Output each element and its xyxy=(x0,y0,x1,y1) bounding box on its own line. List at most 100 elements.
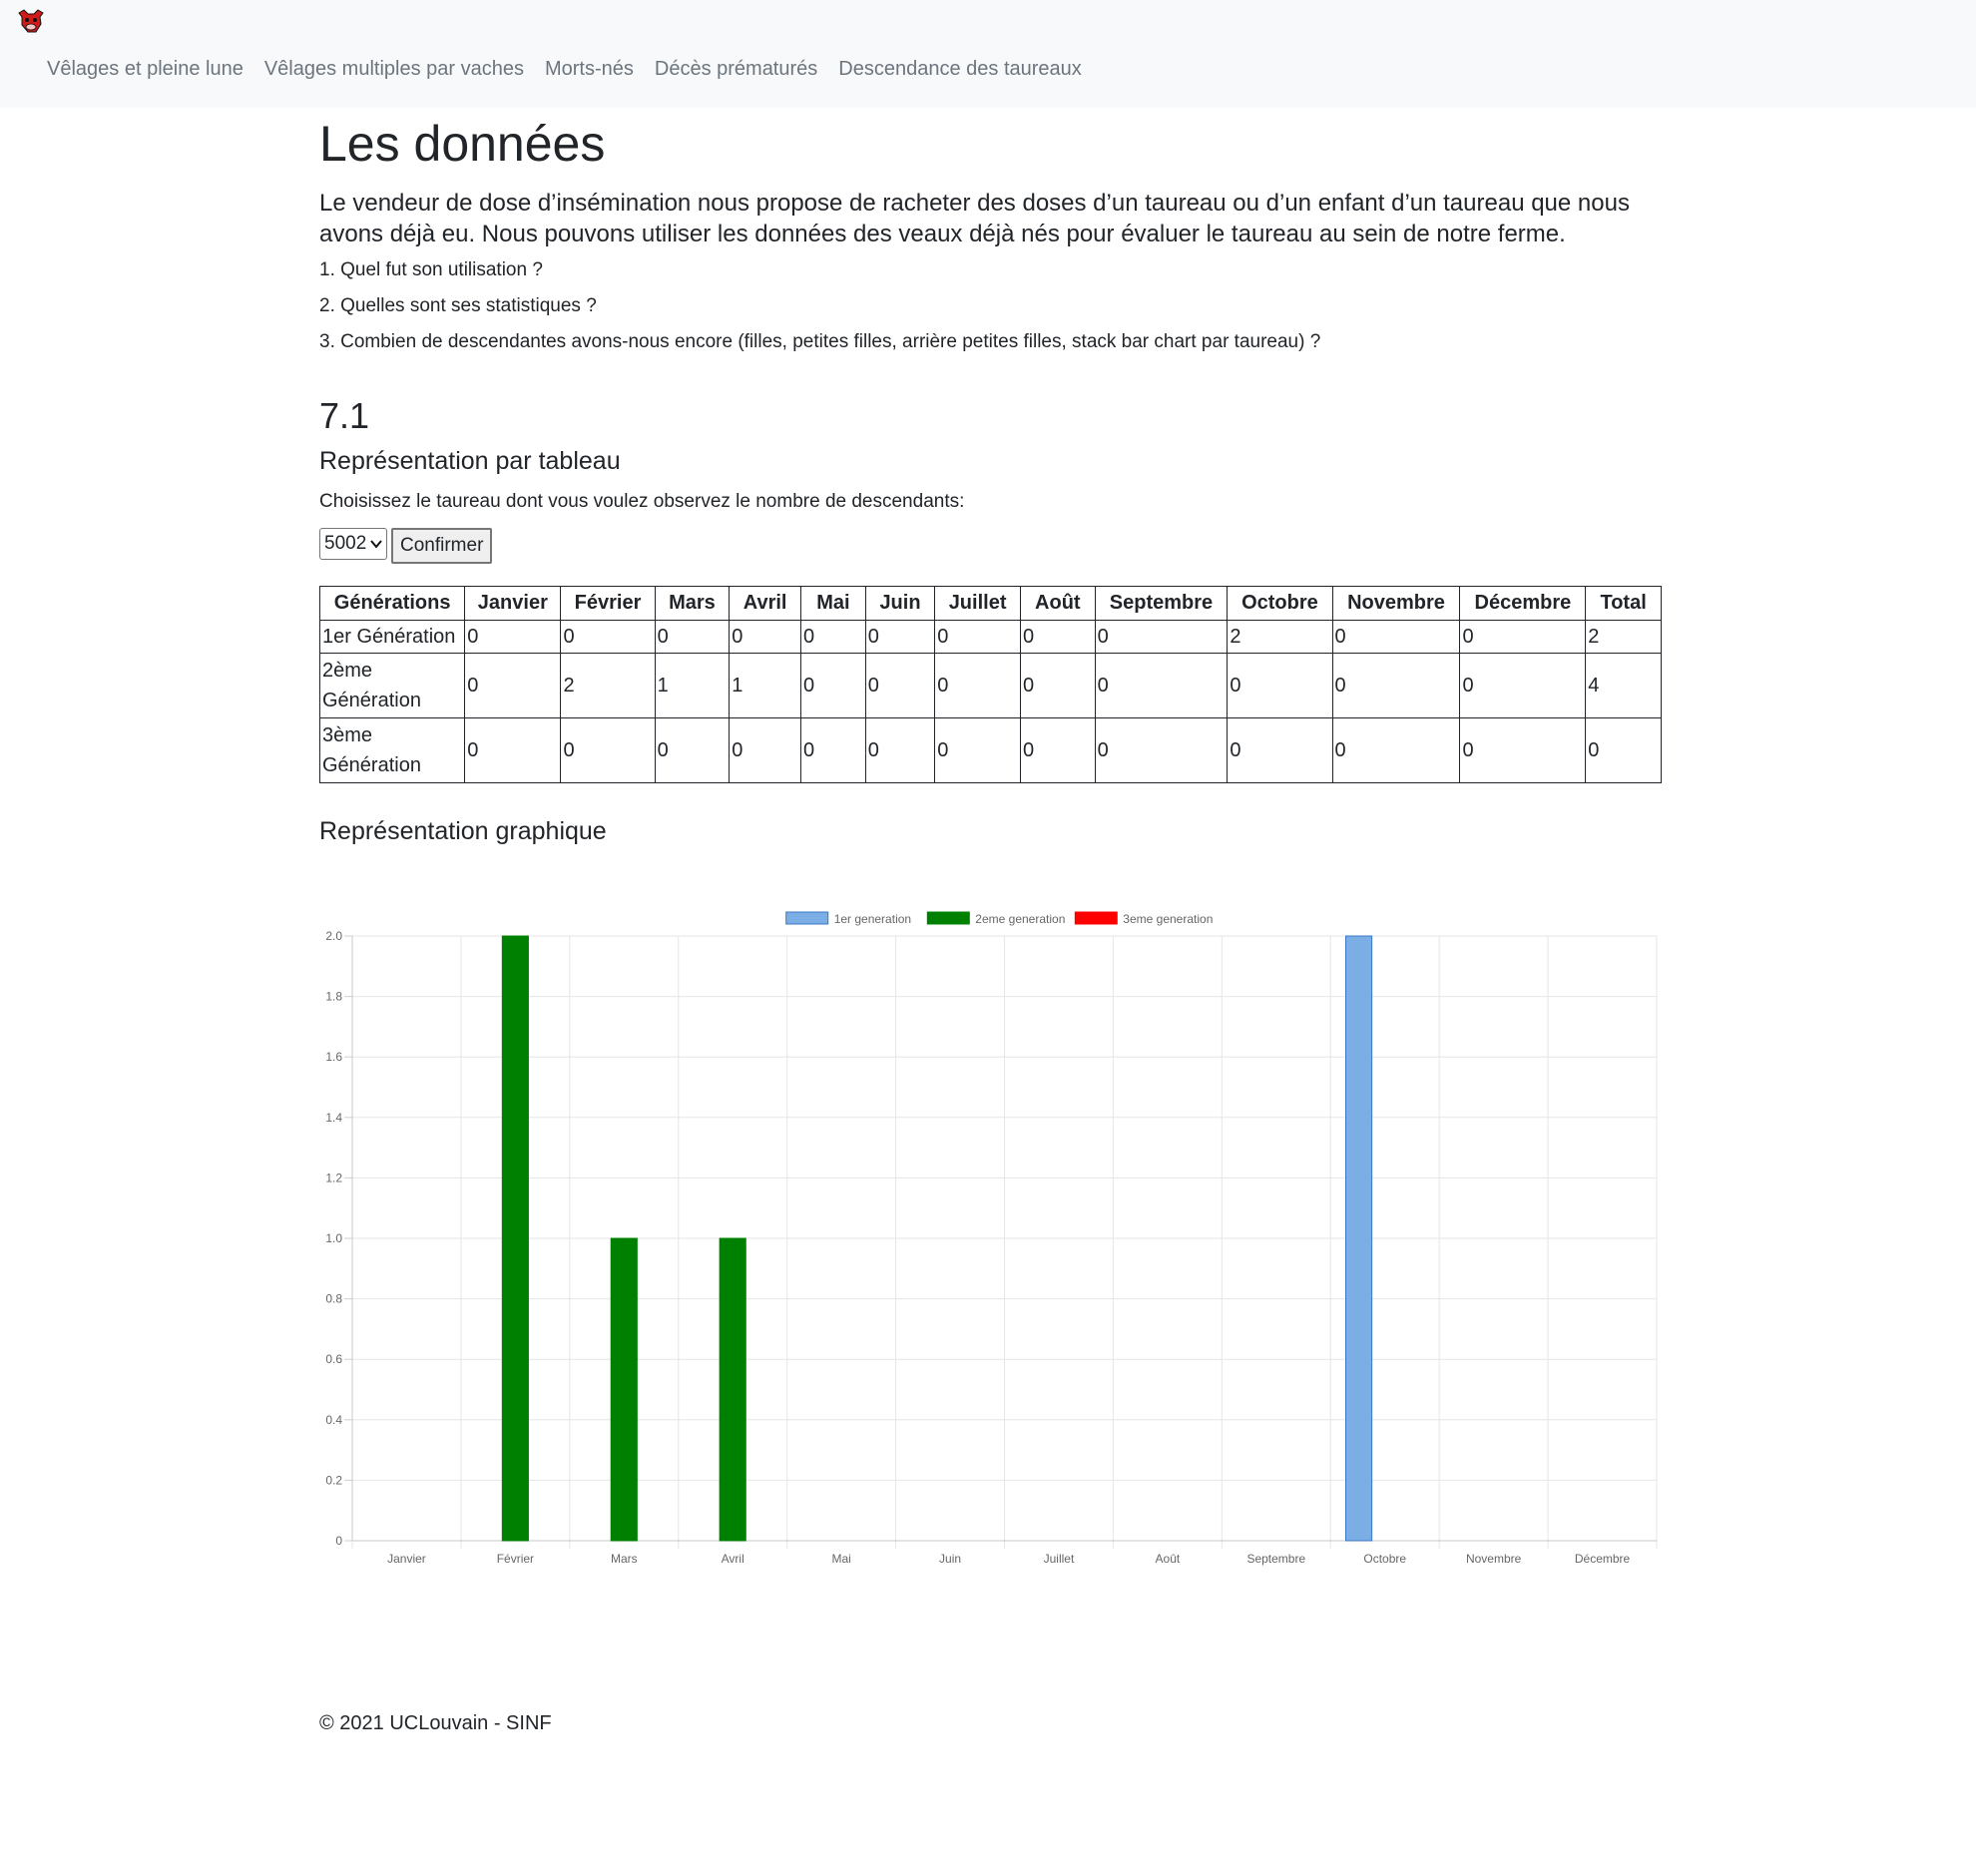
chevron-down-icon xyxy=(370,540,382,549)
table-cell: 1 xyxy=(654,653,731,719)
bull-controls: 5002 Confirmer xyxy=(319,528,1662,565)
confirm-button[interactable]: Confirmer xyxy=(391,528,493,565)
table-cell: 0 xyxy=(560,620,656,655)
x-tick-label: Juin xyxy=(939,1552,961,1566)
generation-label-cell: 1er Génération xyxy=(318,620,466,655)
table-cell: 0 xyxy=(934,620,1021,655)
table-header-cell: Septembre xyxy=(1094,586,1229,622)
table-cell: 0 xyxy=(464,653,562,719)
table-cell: 0 xyxy=(1094,620,1229,655)
legend-swatch xyxy=(785,911,829,925)
y-tick-label: 1.4 xyxy=(325,1111,342,1125)
bar-1er-generation xyxy=(1344,935,1373,1542)
x-tick-label: Février xyxy=(497,1552,534,1566)
question-2: 2. Quelles sont ses statistiques ? xyxy=(319,294,597,316)
nav-link-morts-nes[interactable]: Morts-nés xyxy=(545,58,634,81)
table-header-row: Générations Janvier Février Mars Avril Mai Jui… xyxy=(318,586,1662,622)
generation-label-cell: 2ème Génération xyxy=(318,653,466,719)
table-header-cell: Générations xyxy=(318,586,466,622)
y-tick-label: 0.8 xyxy=(325,1292,342,1306)
nav-link-velages-multiples[interactable]: Vêlages multiples par vaches xyxy=(264,58,524,81)
descendants-table: Générations Janvier Février Mars Avril Mai Jui… xyxy=(318,586,1662,784)
bar-2eme-generation xyxy=(610,1237,638,1542)
table-header-cell: Avril xyxy=(729,586,801,622)
main-content: Les données Le vendeur de dose d’insémin… xyxy=(318,108,1662,856)
legend-label: 1er generation xyxy=(834,912,911,926)
table-cell: 0 xyxy=(464,620,562,655)
nav-links: Vêlages et pleine lune Vêlages multiples… xyxy=(47,58,1103,81)
table-header-cell: Total xyxy=(1585,586,1662,622)
table-cell: 2 xyxy=(1227,620,1333,655)
cow-logo-icon[interactable] xyxy=(16,7,46,35)
table-header-cell: Janvier xyxy=(464,586,562,622)
table-cell: 0 xyxy=(1459,620,1587,655)
table-cell: 0 xyxy=(1459,717,1587,784)
table-header-cell: Novembre xyxy=(1331,586,1461,622)
y-tick-label: 1.2 xyxy=(325,1171,342,1184)
table-cell: 2 xyxy=(1585,620,1662,655)
table-header-cell: Juillet xyxy=(934,586,1021,622)
table-header-cell: Février xyxy=(560,586,656,622)
table-header-cell: Décembre xyxy=(1459,586,1587,622)
table-body: 1er Génération 0 0 0 0 0 0 0 0 0 2 0 0 2 2ème Générati… xyxy=(318,620,1662,784)
table-cell: 0 xyxy=(934,653,1021,719)
table-row: 2ème Génération 0 2 1 1 0 0 0 0 0 0 0 0 4 xyxy=(318,653,1662,719)
table-cell: 0 xyxy=(799,653,866,719)
table-cell: 0 xyxy=(729,620,801,655)
table-cell: 4 xyxy=(1585,653,1662,719)
generation-label-cell: 3ème Génération xyxy=(318,717,466,784)
table-header-cell: Août xyxy=(1019,586,1096,622)
table-header-cell: Octobre xyxy=(1227,586,1333,622)
table-cell: 0 xyxy=(799,717,866,784)
y-tick-label: 0 xyxy=(335,1534,342,1548)
question-1: 1. Quel fut son utilisation ? xyxy=(319,258,543,280)
table-cell: 0 xyxy=(654,717,731,784)
x-tick-label: Avril xyxy=(722,1552,744,1566)
y-tick-label: 2.0 xyxy=(325,929,342,943)
table-cell: 0 xyxy=(654,620,731,655)
y-tick-label: 0.4 xyxy=(325,1413,342,1427)
table-cell: 0 xyxy=(464,717,562,784)
footer-text: © 2021 UCLouvain - SINF xyxy=(319,1712,552,1734)
x-tick-label: Novembre xyxy=(1466,1552,1522,1566)
bull-select[interactable]: 5002 xyxy=(319,528,387,561)
y-tick-label: 0.6 xyxy=(325,1352,342,1366)
nav-link-deces-prematures[interactable]: Décès prématurés xyxy=(655,58,817,81)
x-tick-label: Décembre xyxy=(1575,1552,1631,1566)
lead-paragraph: Le vendeur de dose d’insémination nous p… xyxy=(319,189,1630,247)
table-cell: 0 xyxy=(1585,717,1662,784)
table-cell: 0 xyxy=(1094,653,1229,719)
x-tick-label: Août xyxy=(1156,1552,1181,1566)
bull-select-value: 5002 xyxy=(324,533,367,555)
graph-heading: Représentation graphique xyxy=(319,817,607,846)
choose-text: Choisissez le taureau dont vous voulez o… xyxy=(319,491,965,513)
table-cell: 0 xyxy=(864,717,936,784)
table-cell: 0 xyxy=(1227,717,1333,784)
page-title: Les données xyxy=(319,116,606,172)
table-cell: 0 xyxy=(729,717,801,784)
legend-swatch xyxy=(926,911,970,925)
table-cell: 1 xyxy=(729,653,801,719)
table-row: 1er Génération 0 0 0 0 0 0 0 0 0 2 0 0 2 xyxy=(318,620,1662,655)
x-tick-label: Juillet xyxy=(1044,1552,1075,1566)
y-tick-label: 0.2 xyxy=(325,1473,342,1487)
nav-link-descendance-taureaux[interactable]: Descendance des taureaux xyxy=(838,58,1082,81)
table-header-cell: Mars xyxy=(654,586,731,622)
x-tick-label: Mars xyxy=(611,1552,638,1566)
bar-2eme-generation xyxy=(501,935,529,1542)
x-tick-label: Janvier xyxy=(387,1552,426,1566)
table-cell: 0 xyxy=(799,620,866,655)
legend-label: 3eme generation xyxy=(1123,912,1213,926)
table-row: 3ème Génération 0 0 0 0 0 0 0 0 0 0 0 0 0 xyxy=(318,717,1662,784)
table-cell: 0 xyxy=(1019,717,1096,784)
x-tick-label: Octobre xyxy=(1363,1552,1406,1566)
x-tick-label: Septembre xyxy=(1246,1552,1305,1566)
table-cell: 0 xyxy=(1019,620,1096,655)
bar-2eme-generation xyxy=(719,1237,746,1542)
y-tick-label: 1.0 xyxy=(325,1231,342,1245)
legend-label: 2eme generation xyxy=(975,912,1065,926)
nav-link-velages-pleine-lune[interactable]: Vêlages et pleine lune xyxy=(47,58,244,81)
table-cell: 0 xyxy=(864,653,936,719)
table-header-cell: Juin xyxy=(864,586,936,622)
legend-swatch xyxy=(1074,911,1118,925)
